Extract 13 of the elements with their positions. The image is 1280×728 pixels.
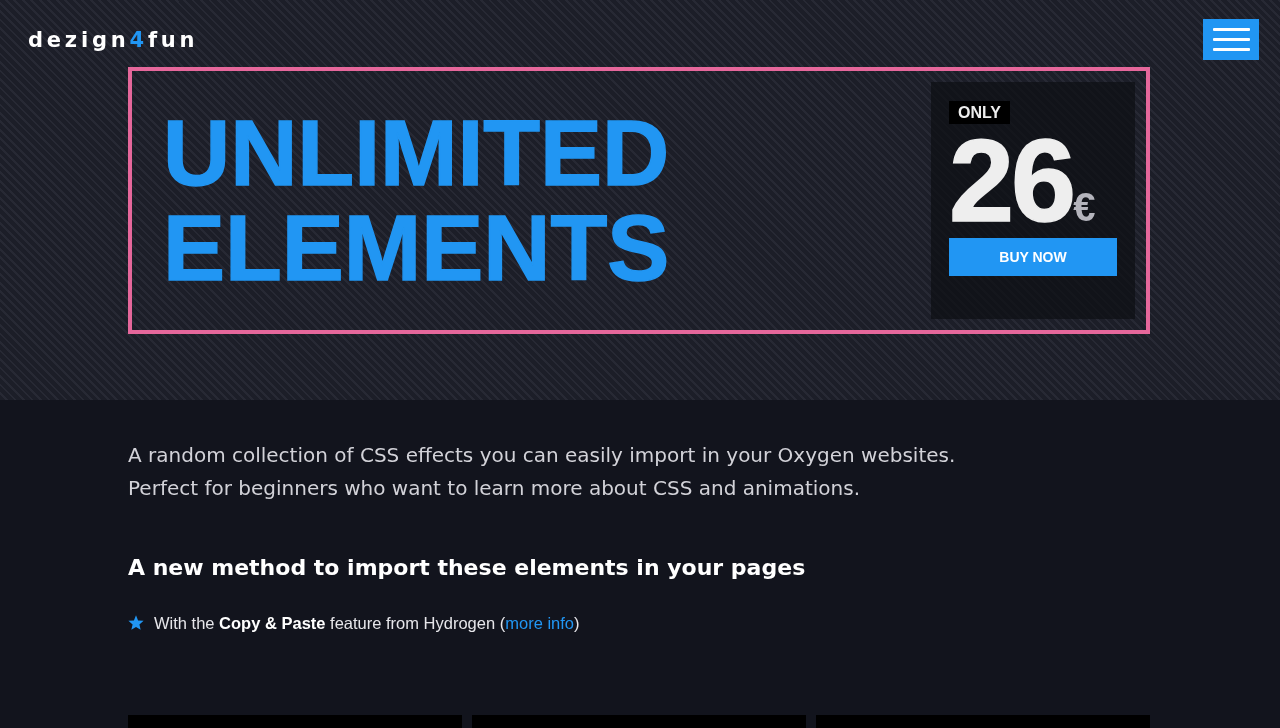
buy-now-button[interactable]: BUY NOW <box>949 238 1117 276</box>
site-logo[interactable]: dezign 4 fun <box>28 27 199 53</box>
price-amount: 26 <box>949 124 1074 238</box>
star-icon <box>128 615 144 631</box>
menu-icon <box>1212 28 1250 51</box>
hero-title: UNLIMITED ELEMENTS <box>162 105 671 296</box>
section-heading: A new method to import these elements in your pages <box>128 554 806 582</box>
intro-paragraph: A random collection of CSS effects you can easily import in your Oxygen websites. Perfect for beginners who want to learn more about CSS and animations. <box>128 442 956 502</box>
feature-text: With the Copy & Paste feature from Hydrogen (more info) <box>154 613 580 634</box>
menu-button[interactable] <box>1203 19 1259 60</box>
price-tag: ONLY <box>949 101 1010 124</box>
currency-symbol: € <box>1073 187 1096 227</box>
more-info-link[interactable]: more info <box>505 614 574 632</box>
